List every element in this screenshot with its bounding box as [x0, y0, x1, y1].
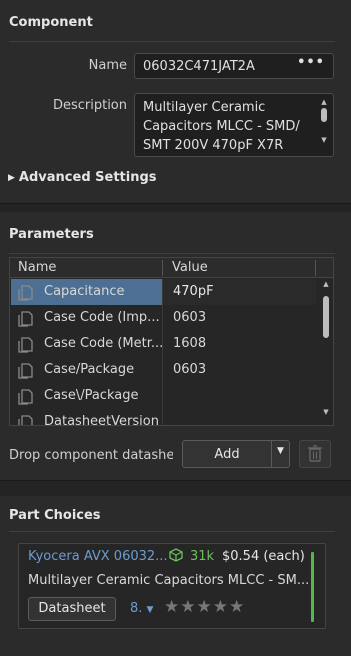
description-value[interactable]: Multilayer Ceramic Capacitors MLCC - SMD… — [143, 98, 315, 155]
parameters-divider — [9, 253, 335, 254]
parameter-name: Case/Package — [44, 362, 135, 377]
parameter-name: Case\/Package — [44, 388, 139, 403]
trash-icon — [308, 445, 322, 462]
advanced-settings-toggle[interactable]: ▶ Advanced Settings — [8, 170, 157, 185]
manufacturer-link[interactable]: Kyocera AVX 06032... — [28, 549, 168, 564]
scroll-up-icon[interactable]: ▲ — [319, 98, 329, 106]
parameter-icon — [18, 363, 33, 379]
part-choice-card[interactable]: Kyocera AVX 06032... 31k $0.54 (each) Mu… — [18, 543, 326, 629]
stock-count: 31k — [190, 549, 215, 564]
scroll-thumb[interactable] — [323, 296, 329, 338]
table-header: Name Value — [10, 258, 333, 278]
column-header-name[interactable]: Name — [18, 260, 56, 275]
parameter-value: 1608 — [173, 336, 207, 351]
dropdown-caret-icon[interactable]: ▼ — [277, 446, 284, 456]
part-choices-divider — [9, 531, 335, 532]
column-header-value[interactable]: Value — [172, 260, 208, 275]
table-row[interactable]: Case Code (Metr... 1608 — [11, 331, 316, 357]
star-icon[interactable]: ★ — [197, 597, 213, 617]
parameter-icon — [18, 389, 33, 405]
advanced-settings-label: Advanced Settings — [18, 170, 157, 185]
name-value[interactable]: 06032C471JAT2A — [143, 59, 255, 74]
star-icon[interactable]: ★ — [229, 597, 245, 617]
star-icon[interactable]: ★ — [164, 597, 180, 617]
column-divider[interactable] — [162, 260, 163, 276]
expand-triangle-icon: ▶ — [8, 173, 15, 183]
part-choices-section: Part Choices Kyocera AVX 06032... 31k $0… — [0, 496, 351, 656]
parameter-icon — [18, 285, 33, 301]
parameter-icon — [18, 337, 33, 353]
parameter-name: Case Code (Metr... — [44, 336, 164, 351]
name-label: Name — [88, 58, 127, 73]
parameter-icon — [18, 311, 33, 327]
version-dropdown[interactable]: 8. ▼ — [130, 601, 153, 616]
scroll-thumb[interactable] — [321, 108, 327, 122]
star-icon[interactable]: ★ — [213, 597, 229, 617]
unit-price: $0.54 (each) — [222, 549, 305, 564]
version-label[interactable]: 8. — [130, 601, 142, 616]
name-field[interactable]: 06032C471JAT2A ••• — [134, 53, 334, 79]
rating-stars[interactable]: ★★★★★ — [164, 597, 245, 617]
scroll-down-icon[interactable]: ▼ — [319, 136, 329, 144]
description-label: Description — [52, 98, 127, 113]
parameter-name: DatasheetVersion — [44, 414, 159, 426]
parameters-section: Parameters Name Value Capacitance 470pF Ca… — [0, 212, 351, 480]
parameter-name: Case Code (Imp... — [44, 310, 160, 325]
delete-button[interactable] — [299, 440, 331, 468]
column-divider[interactable] — [315, 260, 316, 276]
star-icon[interactable]: ★ — [180, 597, 196, 617]
add-button[interactable]: Add ▼ — [182, 440, 290, 468]
caret-down-icon[interactable]: ▼ — [147, 605, 154, 615]
part-choices-title: Part Choices — [9, 508, 101, 523]
stock-cube-icon — [169, 548, 183, 562]
component-section: Component Name 06032C471JAT2A ••• Descri… — [0, 0, 351, 203]
parameter-name: Capacitance — [44, 284, 125, 299]
table-row[interactable]: Capacitance 470pF — [11, 279, 316, 305]
component-divider — [9, 41, 335, 42]
parameter-value[interactable]: 470pF — [163, 279, 316, 305]
table-row[interactable]: Case Code (Imp... 0603 — [11, 305, 316, 331]
table-row[interactable]: Case\/Package — [11, 383, 316, 409]
table-row[interactable]: DatasheetVersion — [11, 409, 316, 426]
split-divider — [271, 441, 272, 467]
parameter-value: 0603 — [173, 310, 207, 325]
parameter-value: 0603 — [173, 362, 207, 377]
status-bar — [311, 552, 314, 622]
parameters-table: Name Value Capacitance 470pF Case Code (Im… — [9, 257, 334, 426]
description-field[interactable]: Multilayer Ceramic Capacitors MLCC - SMD… — [134, 93, 334, 157]
part-description: Multilayer Ceramic Capacitors MLCC - SM.… — [28, 573, 308, 588]
table-row[interactable]: Case/Package 0603 — [11, 357, 316, 383]
drop-datasheet-hint: Drop component datashee — [9, 448, 173, 463]
table-scrollbar[interactable]: ▲ ▼ — [321, 280, 331, 425]
datasheet-button[interactable]: Datasheet — [28, 597, 116, 621]
section-separator — [0, 203, 351, 212]
section-separator — [0, 480, 351, 496]
add-button-label[interactable]: Add — [183, 447, 271, 462]
parameters-title: Parameters — [9, 227, 94, 242]
scroll-up-icon[interactable]: ▲ — [321, 280, 331, 288]
description-scrollbar[interactable]: ▲ ▼ — [319, 98, 329, 154]
more-options-icon[interactable]: ••• — [297, 55, 325, 70]
scroll-down-icon[interactable]: ▼ — [321, 408, 331, 416]
component-title: Component — [9, 15, 93, 30]
parameter-icon — [18, 415, 33, 425]
